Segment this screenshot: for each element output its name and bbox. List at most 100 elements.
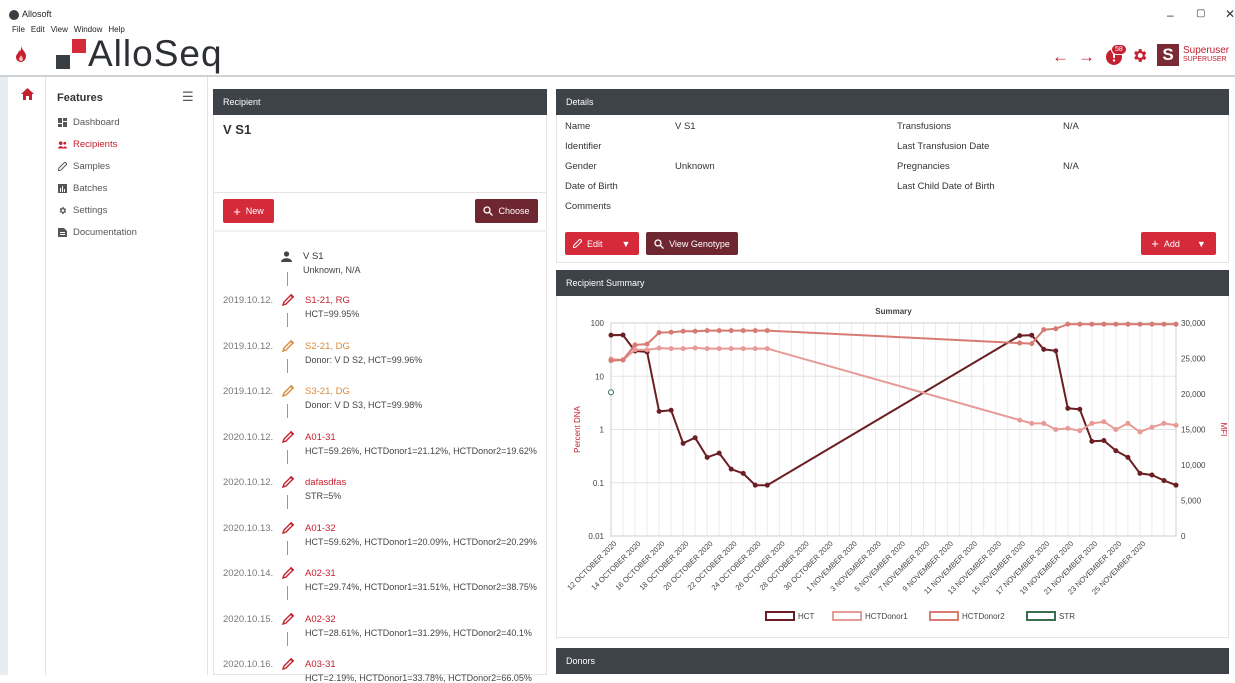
timeline-title[interactable]: S3-21, DG (305, 386, 350, 397)
timeline-subtitle: HCT=59.62%, HCTDonor1=20.09%, HCTDonor2=… (305, 536, 537, 547)
chevron-down-icon[interactable]: ▼ (622, 239, 631, 249)
timeline-title[interactable]: S2-21, DG (305, 341, 350, 352)
timeline-subtitle: HCT=29.74%, HCTDonor1=31.51%, HCTDonor2=… (305, 582, 537, 592)
back-arrow-icon[interactable]: ← (1052, 47, 1069, 67)
timeline-title[interactable]: A01-32 (305, 523, 336, 534)
add-button[interactable]: + Add ▼ (1141, 232, 1216, 255)
sidebar-item-label: Batches (73, 183, 108, 194)
logo-text: AlloSeq (88, 33, 223, 74)
forward-arrow-icon[interactable]: → (1078, 47, 1095, 67)
window-maximize-button[interactable]: ▢ (1196, 8, 1205, 19)
data-point-HCTDonor2 (668, 329, 674, 335)
timeline-date: 2019.10.12. (223, 386, 274, 397)
data-point-HCTDonor1 (704, 346, 710, 352)
recipient-divider (213, 192, 547, 193)
data-point-HCT (1161, 478, 1167, 484)
y2-tick-label: 0 (1181, 532, 1186, 541)
data-point-HCT (680, 440, 686, 446)
pipette-icon (282, 294, 294, 306)
timeline-title[interactable]: A02-31 (305, 568, 336, 579)
data-point-HCTDonor1 (1017, 417, 1023, 423)
window-close-button[interactable]: ✕ (1225, 7, 1235, 21)
data-point-HCTDonor1 (1041, 420, 1047, 426)
timeline-head-name: V S1 (303, 251, 324, 262)
y-tick-label: 10 (595, 372, 604, 381)
timeline-title[interactable]: S1-21, RG (305, 295, 350, 306)
flame-icon (16, 46, 26, 62)
data-point-HCT (716, 450, 722, 456)
new-button[interactable]: + New (223, 199, 274, 223)
sidebar-item-dashboard[interactable]: Dashboard (58, 117, 119, 128)
search-icon (654, 238, 665, 249)
legend-swatch-HCT (765, 611, 795, 621)
choose-button[interactable]: Choose (475, 199, 538, 223)
data-point-HCTDonor2 (1065, 321, 1071, 327)
data-point-HCTDonor2 (1089, 321, 1095, 327)
chevron-down-icon[interactable]: ▼ (1197, 239, 1206, 249)
sidebar-item-documentation[interactable]: Documentation (58, 227, 137, 238)
sidebar-item-label: Dashboard (73, 117, 120, 128)
data-point-HCTDonor1 (1173, 422, 1179, 428)
settings-gear-icon[interactable] (1131, 47, 1148, 64)
app-name: Allosoft (22, 9, 52, 19)
timeline-connector (287, 586, 288, 600)
person-icon (281, 251, 292, 262)
data-point-HCT (656, 408, 662, 414)
timeline-connector (287, 449, 288, 464)
timeline-subtitle: Donor: V D S2, HCT=99.96% (305, 354, 423, 365)
sidebar-item-label: Samples (73, 161, 110, 172)
timeline-connector (287, 540, 288, 555)
y-axis-label: Percent DNA (573, 405, 582, 452)
dob-label: Date of Birth (565, 181, 618, 192)
user-name[interactable]: Superuser (1183, 45, 1229, 56)
y2-tick-label: 25,000 (1181, 355, 1206, 364)
data-point-HCT (668, 407, 674, 413)
data-point-HCTDonor1 (716, 346, 722, 352)
y-tick-label: 1 (600, 426, 605, 435)
sidebar-item-settings[interactable]: Settings (58, 205, 107, 216)
data-point-HCTDonor2 (680, 328, 686, 334)
dashboard-icon (58, 118, 67, 127)
choose-button-label: Choose (498, 206, 530, 216)
pencil-icon (573, 239, 582, 248)
timeline-title[interactable]: dafasdfas (305, 477, 346, 488)
comments-label: Comments (565, 201, 611, 212)
transfusions-label: Transfusions (897, 121, 952, 132)
hamburger-menu-icon[interactable]: ☰ (182, 89, 194, 105)
sidebar-item-samples[interactable]: Samples (58, 161, 110, 172)
home-icon[interactable] (21, 88, 34, 100)
timeline-title[interactable]: A02-32 (305, 614, 336, 625)
window-minimize-button[interactable]: – (1167, 8, 1174, 22)
y2-axis-label: MFI (1219, 423, 1228, 437)
data-point-HCTDonor2 (1149, 321, 1155, 327)
sidebar-item-recipients[interactable]: Recipients (58, 139, 117, 150)
legend-label-STR: STR (1059, 612, 1075, 621)
timeline-title[interactable]: A03-31 (305, 659, 336, 670)
timeline-date: 2019.10.12. (223, 295, 274, 306)
data-point-HCT (1101, 438, 1107, 444)
alloseq-logo-icon (56, 39, 86, 69)
data-point-HCTDonor2 (1113, 321, 1119, 327)
data-point-HCTDonor1 (752, 346, 758, 352)
user-avatar[interactable]: S (1157, 44, 1179, 66)
sidebar-item-batches[interactable]: Batches (58, 183, 107, 194)
sidebar-item-label: Documentation (73, 227, 137, 238)
edit-button[interactable]: Edit ▼ (565, 232, 639, 255)
menu-edit[interactable]: Edit (31, 25, 45, 34)
view-genotype-label: View Genotype (669, 238, 730, 249)
series-line-HCTDonor1 (610, 346, 1177, 434)
data-point-HCT (1041, 346, 1047, 352)
menu-file[interactable]: File (12, 25, 25, 34)
menu-view[interactable]: View (51, 25, 68, 34)
data-point-HCTDonor1 (764, 346, 770, 352)
pipette-icon (58, 162, 67, 171)
view-genotype-button[interactable]: View Genotype (646, 232, 738, 255)
details-panel-header: Details (556, 89, 1229, 115)
timeline-title[interactable]: A01-31 (305, 432, 336, 443)
data-point-HCT (692, 435, 698, 441)
data-point-HCT (1029, 332, 1035, 338)
data-point-HCTDonor1 (1077, 428, 1083, 434)
series-line-HCT (610, 333, 1177, 487)
legend-swatch-HCTDonor2 (929, 611, 959, 621)
sidebar-item-label: Settings (73, 205, 108, 216)
